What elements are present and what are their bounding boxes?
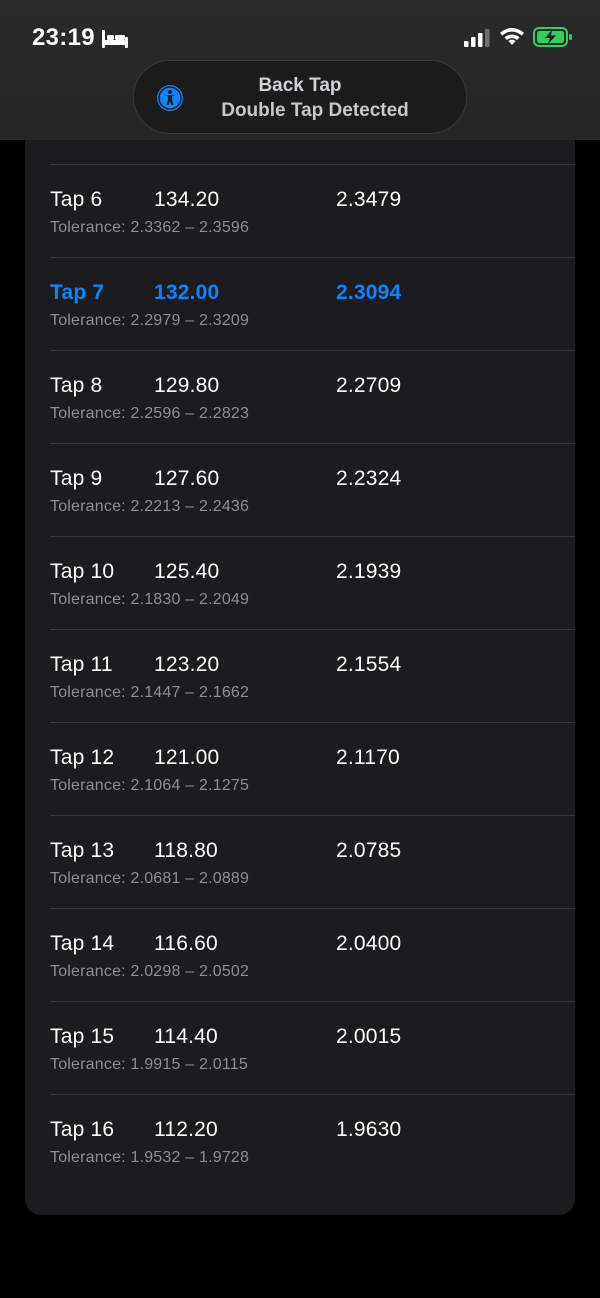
tap-ratio: 2.1170 (336, 746, 400, 769)
cellular-signal-icon (464, 29, 490, 47)
tap-list: Tap 5136.402.3864Tolerance: 2.3744 – 2.3… (25, 100, 575, 1188)
tap-label: Tap 6 (50, 188, 103, 211)
tap-ratio: 2.3094 (336, 281, 402, 304)
tap-ratio: 2.2324 (336, 467, 402, 490)
tolerance-label: Tolerance: 1.9915 – 2.0115 (50, 1056, 248, 1073)
wifi-icon (500, 28, 524, 45)
tap-ratio: 2.3479 (336, 188, 402, 211)
tap-ratio: 2.1939 (336, 560, 402, 583)
tolerance-label: Tolerance: 2.2979 – 2.3209 (50, 312, 250, 329)
tolerance-label: Tolerance: 1.9532 – 1.9728 (50, 1149, 250, 1166)
tolerance-label: Tolerance: 2.1830 – 2.2049 (50, 591, 250, 608)
tap-value: 123.20 (154, 653, 220, 676)
tap-label: Tap 11 (50, 653, 113, 676)
tap-value: 134.20 (154, 188, 220, 211)
tap-value: 129.80 (154, 374, 220, 397)
tap-list-card: Tap 5136.402.3864Tolerance: 2.3744 – 2.3… (25, 100, 575, 1215)
tap-value: 118.80 (154, 839, 218, 862)
table-row: Tap 13 118.80 2.0785 Tolerance: 2.0681 – 2.… (25, 816, 575, 909)
tap-label: Tap 14 (50, 932, 115, 955)
tolerance-label: Tolerance: 2.0681 – 2.0889 (50, 870, 250, 887)
tap-ratio: 2.0400 (336, 932, 402, 955)
tap-ratio: 2.0785 (336, 839, 402, 862)
table-row: Tap 6 134.20 2.3479 Tolerance: 2.3362 – 2.3… (25, 165, 575, 258)
banner-title: Back Tap (258, 75, 342, 96)
table-row: Tap 9 127.60 2.2324 Tolerance: 2.2213 – 2.2… (25, 444, 575, 537)
tap-ratio: 2.1554 (336, 653, 402, 676)
tolerance-label: Tolerance: 2.1447 – 2.1662 (50, 684, 250, 701)
tolerance-label: Tolerance: 2.3362 – 2.3596 (50, 219, 250, 236)
table-row: Tap 16 112.20 1.9630 Tolerance: 1.9532 – 1.… (25, 1095, 575, 1188)
tolerance-label: Tolerance: 2.2213 – 2.2436 (50, 498, 250, 515)
tap-label: Tap 7 (50, 281, 105, 304)
tap-ratio: 2.2709 (336, 374, 402, 397)
bed-icon (102, 30, 128, 48)
status-bar: 23:19 Back Tap Double Tap Detected (0, 0, 600, 140)
tap-label: Tap 15 (50, 1025, 115, 1048)
table-row: Tap 8 129.80 2.2709 Tolerance: 2.2596 – 2.2… (25, 351, 575, 444)
tap-value: 132.00 (154, 281, 220, 304)
tap-label: Tap 9 (50, 467, 103, 490)
tolerance-label: Tolerance: 2.2596 – 2.2823 (50, 405, 250, 422)
tap-value: 125.40 (154, 560, 220, 583)
tap-label: Tap 13 (50, 839, 115, 862)
tolerance-label: Tolerance: 2.1064 – 2.1275 (50, 777, 250, 794)
tap-value: 121.00 (154, 746, 220, 769)
table-row: Tap 12 121.00 2.1170 Tolerance: 2.1064 – 2.… (25, 723, 575, 816)
tolerance-label: Tolerance: 2.0298 – 2.0502 (50, 963, 250, 980)
tap-ratio: 1.9630 (336, 1118, 402, 1141)
tap-value: 116.60 (154, 932, 218, 955)
banner-subtitle: Double Tap Detected (221, 100, 409, 121)
back-tap-notification-banner[interactable]: Back Tap Double Tap Detected (133, 60, 467, 134)
tap-label: Tap 10 (50, 560, 115, 583)
table-row: Tap 7 132.00 2.3094 Tolerance: 2.2979 – 2.3… (25, 258, 575, 351)
table-row: Tap 10 125.40 2.1939 Tolerance: 2.1830 – 2.… (25, 537, 575, 630)
status-time: 23:19 (32, 24, 95, 51)
table-row: Tap 15 114.40 2.0015 Tolerance: 1.9915 – 2.… (25, 1002, 575, 1095)
tap-value: 114.40 (154, 1025, 218, 1048)
tap-label: Tap 8 (50, 374, 103, 397)
battery-charging-icon (533, 27, 572, 47)
table-row: Tap 11 123.20 2.1554 Tolerance: 2.1447 – 2.… (25, 630, 575, 723)
screen: Tap 5136.402.3864Tolerance: 2.3744 – 2.3… (0, 0, 600, 1298)
tap-value: 112.20 (154, 1118, 218, 1141)
table-row: Tap 14 116.60 2.0400 Tolerance: 2.0298 – 2.… (25, 909, 575, 1002)
tap-label: Tap 16 (50, 1118, 115, 1141)
tap-value: 127.60 (154, 467, 220, 490)
tap-ratio: 2.0015 (336, 1025, 402, 1048)
tap-label: Tap 12 (50, 746, 115, 769)
